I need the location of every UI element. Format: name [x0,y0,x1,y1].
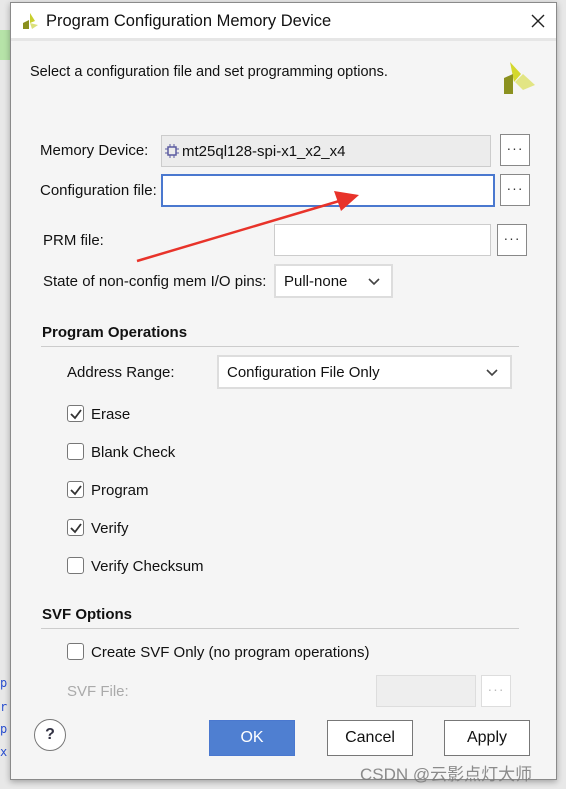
option-checkbox[interactable] [67,519,84,536]
create-svf-only-label: Create SVF Only (no program operations) [91,644,370,661]
io-pins-select[interactable]: Pull-none [274,264,393,298]
address-range-value: Configuration File Only [227,364,380,381]
divider [41,346,519,347]
option-label: Blank Check [91,444,176,461]
close-icon[interactable] [531,14,545,28]
program-config-memory-dialog: Program Configuration Memory Device Sele… [10,2,557,780]
memory-device-field: mt25ql128-spi-x1_x2_x4 [161,135,491,167]
io-pins-value: Pull-none [284,273,348,290]
dialog-description: Select a configuration file and set prog… [30,64,388,80]
memory-device-browse-button[interactable]: ··· [500,134,530,166]
background-text: p [0,722,8,736]
svf-file-label: SVF File: [67,683,129,700]
watermark: CSDN @云影点灯大师 [360,765,533,784]
prm-file-label: PRM file: [43,232,104,249]
apply-button[interactable]: Apply [444,720,530,756]
program-operations-title: Program Operations [42,324,188,341]
checkmark-icon [70,523,82,534]
create-svf-only-checkbox[interactable] [67,643,84,660]
memory-device-label: Memory Device: [40,142,149,159]
background-text: p [0,676,8,690]
configuration-file-browse-button[interactable]: ··· [500,174,530,206]
option-checkbox[interactable] [67,481,84,498]
background-app [0,30,10,60]
chip-icon [165,144,179,158]
checkmark-icon [70,485,82,496]
checkmark-icon [70,409,82,420]
divider [41,628,519,629]
option-checkbox[interactable] [67,557,84,574]
option-checkbox[interactable] [67,405,84,422]
vivado-logo-icon [504,62,535,94]
ok-button[interactable]: OK [209,720,295,756]
option-checkbox[interactable] [67,443,84,460]
annotation-arrow [136,191,359,263]
memory-device-value: mt25ql128-spi-x1_x2_x4 [182,143,346,160]
cancel-button[interactable]: Cancel [327,720,413,756]
option-label: Erase [91,406,131,423]
title-bar: Program Configuration Memory Device [11,3,556,41]
svf-file-browse-button: ··· [481,675,511,707]
option-label: Verify [91,520,129,537]
dialog-title: Program Configuration Memory Device [46,12,332,30]
chevron-down-icon [368,278,380,286]
background-text: x [0,745,8,759]
io-pins-label: State of non-config mem I/O pins: [43,273,267,290]
help-button[interactable]: ? [34,719,66,751]
chevron-down-icon [486,369,498,377]
svf-file-input [376,675,476,707]
address-range-select[interactable]: Configuration File Only [217,355,512,389]
option-label: Verify Checksum [91,558,204,575]
svf-options-title: SVF Options [42,606,132,623]
address-range-label: Address Range: [67,364,175,381]
prm-file-browse-button[interactable]: ··· [497,224,527,256]
vivado-logo-icon [23,13,38,29]
background-text: r [0,700,8,714]
option-label: Program [91,482,149,499]
